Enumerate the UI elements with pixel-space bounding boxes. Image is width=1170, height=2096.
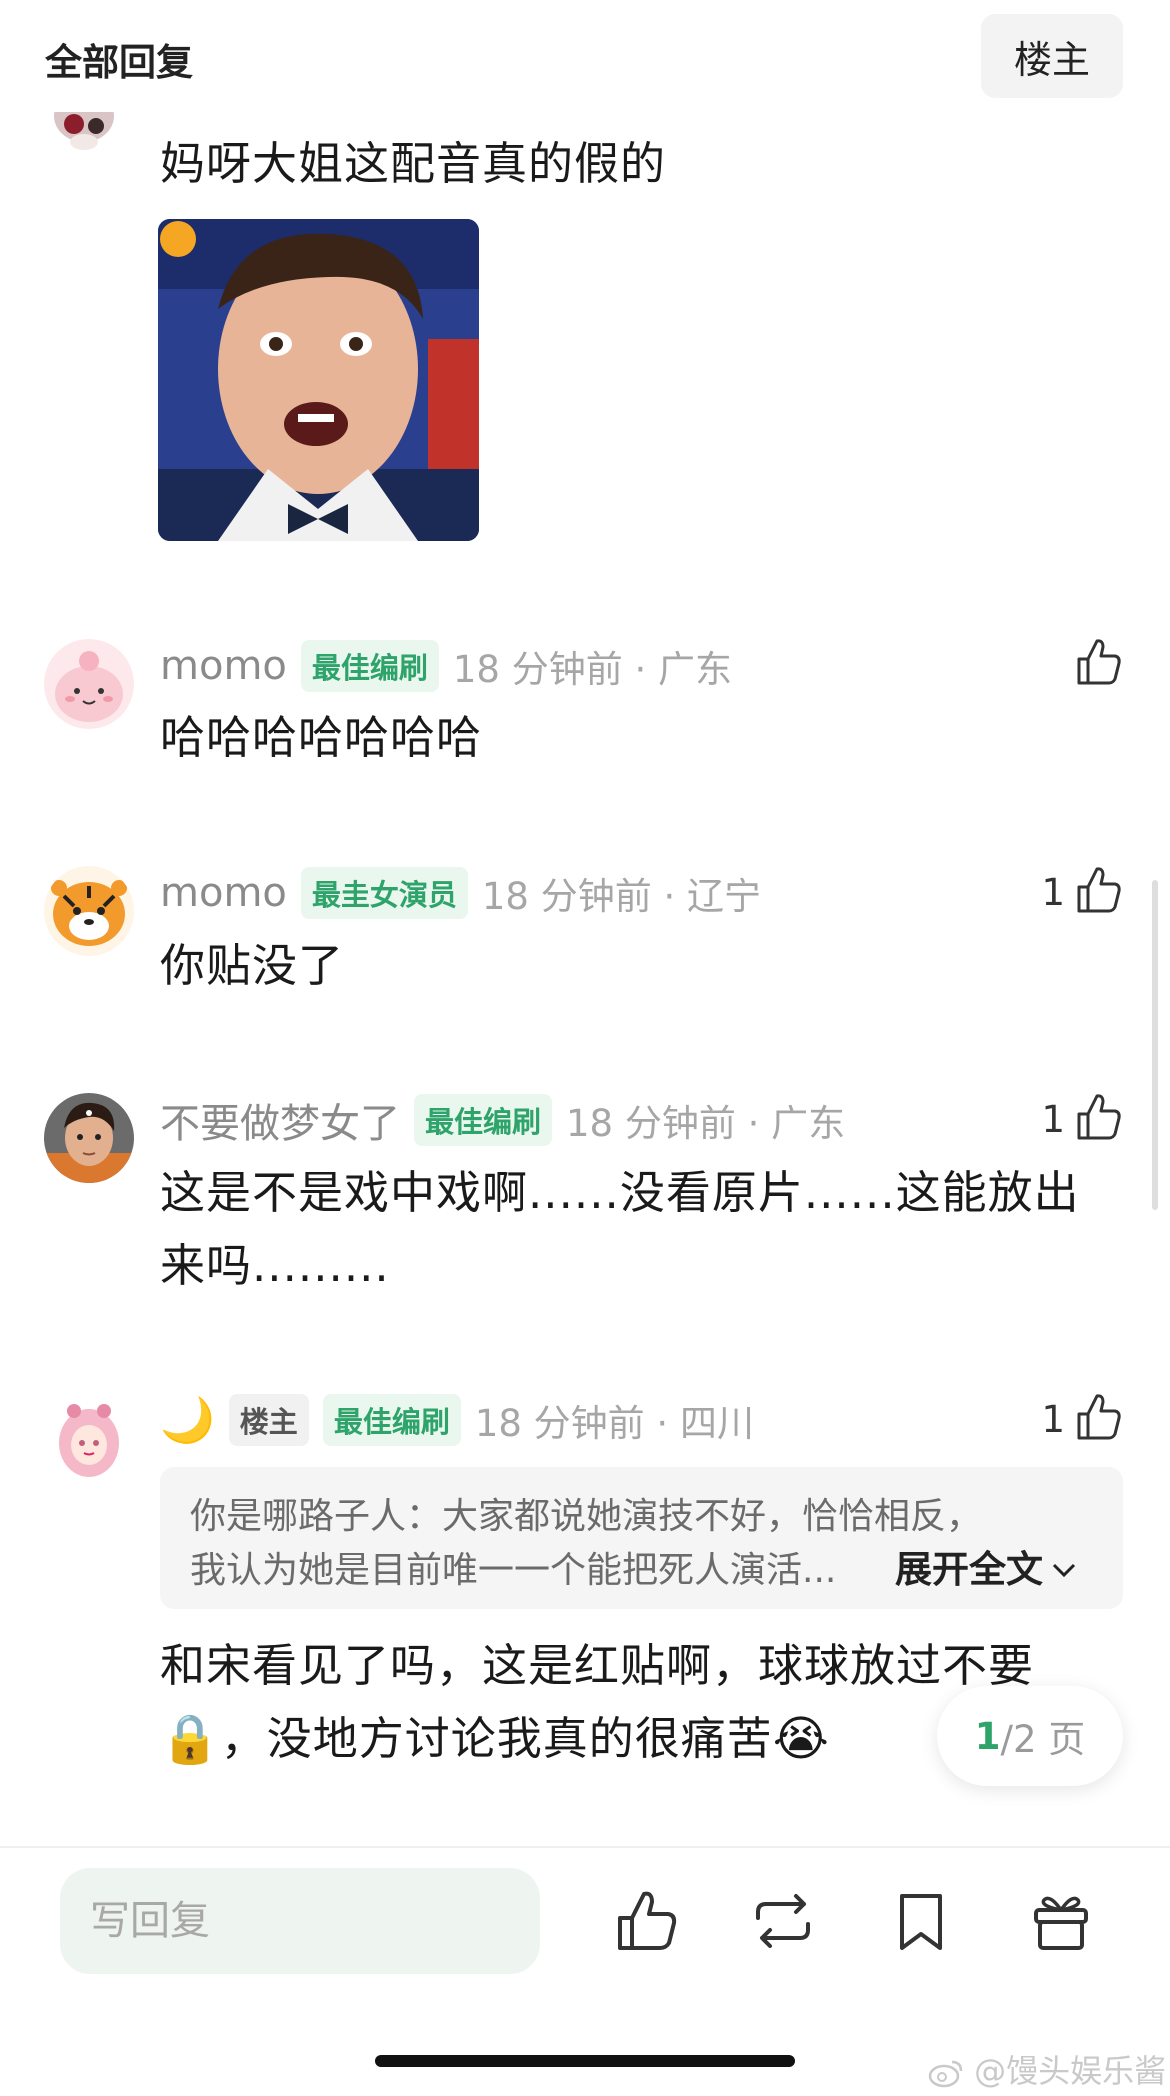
like-button[interactable]: 1 [1041,864,1123,920]
comment-meta: momo 最佳编刷 18 分钟前 · 广东 [160,640,732,692]
username[interactable]: 🌙 [160,1394,215,1446]
expand-full-text-button[interactable]: 展开全文 [895,1539,1077,1593]
expand-label: 展开全文 [895,1548,1043,1591]
divider [0,1846,1170,1848]
watermark-text: @馒头娱乐酱 [974,2052,1167,2090]
comment-meta: momo 最圭女演员 18 分钟前 · 辽宁 [160,867,761,919]
quoted-reply[interactable]: 你是哪路子人：大家都说她演技不好，恰恰相反， 我认为她是目前唯一一个能把死人演活… [160,1467,1123,1609]
comment-text-line: 来吗......... [160,1239,390,1292]
comment-text: 妈呀大姐这配音真的假的 [160,137,667,190]
comment-meta: 不要做梦女了 最佳编刷 18 分钟前 · 广东 [160,1091,846,1149]
avatar[interactable] [44,112,124,156]
scrollbar[interactable] [1152,880,1158,1210]
comment-text: 你贴没了 [160,939,345,992]
comment-text-line: 和宋看见了吗，这是红贴啊，球球放过不要 [160,1639,1035,1692]
quote-text-line: 我认为她是目前唯一一个能把死人演活... [190,1550,837,1591]
like-button[interactable]: 1 [1041,1391,1123,1447]
avatar[interactable] [44,1093,134,1183]
op-badge: 楼主 [228,1394,309,1446]
repost-button[interactable] [750,1888,816,1954]
thumbs-up-icon [1075,1092,1123,1146]
timestamp-location: 18 分钟前 · 辽宁 [481,875,762,918]
comment-text-line: 这是不是戏中戏啊......没看原片......这能放出 [160,1166,1080,1219]
op-only-filter-button[interactable]: 楼主 [981,14,1123,98]
quote-text-line: 你是哪路子人：大家都说她演技不好，恰恰相反， [190,1496,983,1537]
comment-text-line-with-emoji: 🔒 ，没地方讨论我真的很痛苦 😭 [160,1706,830,1772]
like-post-button[interactable] [614,1888,680,1954]
comment-text: 哈哈哈哈哈哈哈 [160,711,483,764]
page-title: 全部回复 [45,41,193,84]
total-pages: /2 页 [1000,1718,1086,1761]
comment-meta: 🌙 楼主 最佳编刷 18 分钟前 · 四川 [160,1394,754,1446]
bookmark-button[interactable] [888,1888,954,1954]
crying-emoji: 😭 [772,1711,830,1767]
username[interactable]: momo [160,870,287,916]
home-indicator [375,2055,795,2067]
weibo-logo-icon [928,2052,974,2090]
like-button[interactable] [1075,636,1123,692]
username[interactable]: 不要做梦女了 [160,1091,400,1149]
like-count: 1 [1041,870,1065,914]
comment-text: ，没地方讨论我真的很痛苦 [220,1712,773,1765]
avatar[interactable] [44,866,134,956]
lock-emoji: 🔒 [160,1711,221,1767]
title-badge: 最佳编刷 [322,1394,461,1446]
avatar[interactable] [44,1393,134,1483]
like-count: 1 [1041,1097,1065,1141]
gift-button[interactable] [1028,1888,1094,1954]
timestamp-location: 18 分钟前 · 广东 [452,648,733,691]
thumbs-up-icon [1075,1392,1123,1446]
title-badge: 最佳编刷 [300,640,439,692]
like-count: 1 [1041,1397,1065,1441]
like-button[interactable]: 1 [1041,1091,1123,1147]
chevron-down-icon [1051,1545,1077,1588]
timestamp-location: 18 分钟前 · 四川 [474,1402,754,1445]
reply-input[interactable] [60,1868,540,1974]
timestamp-location: 18 分钟前 · 广东 [566,1102,846,1145]
avatar[interactable] [44,639,134,729]
page-indicator[interactable]: 1 /2 页 [937,1686,1123,1786]
current-page: 1 [974,1714,1001,1758]
title-badge: 最佳编刷 [414,1094,553,1146]
thumbs-up-icon [1075,637,1123,691]
title-badge: 最圭女演员 [300,867,468,919]
username[interactable]: momo [160,643,287,689]
watermark: @馒头娱乐酱 [928,2046,1166,2092]
reply-image[interactable] [158,219,479,541]
thumbs-up-icon [1075,865,1123,919]
header: 全部回复 楼主 [0,0,1170,112]
